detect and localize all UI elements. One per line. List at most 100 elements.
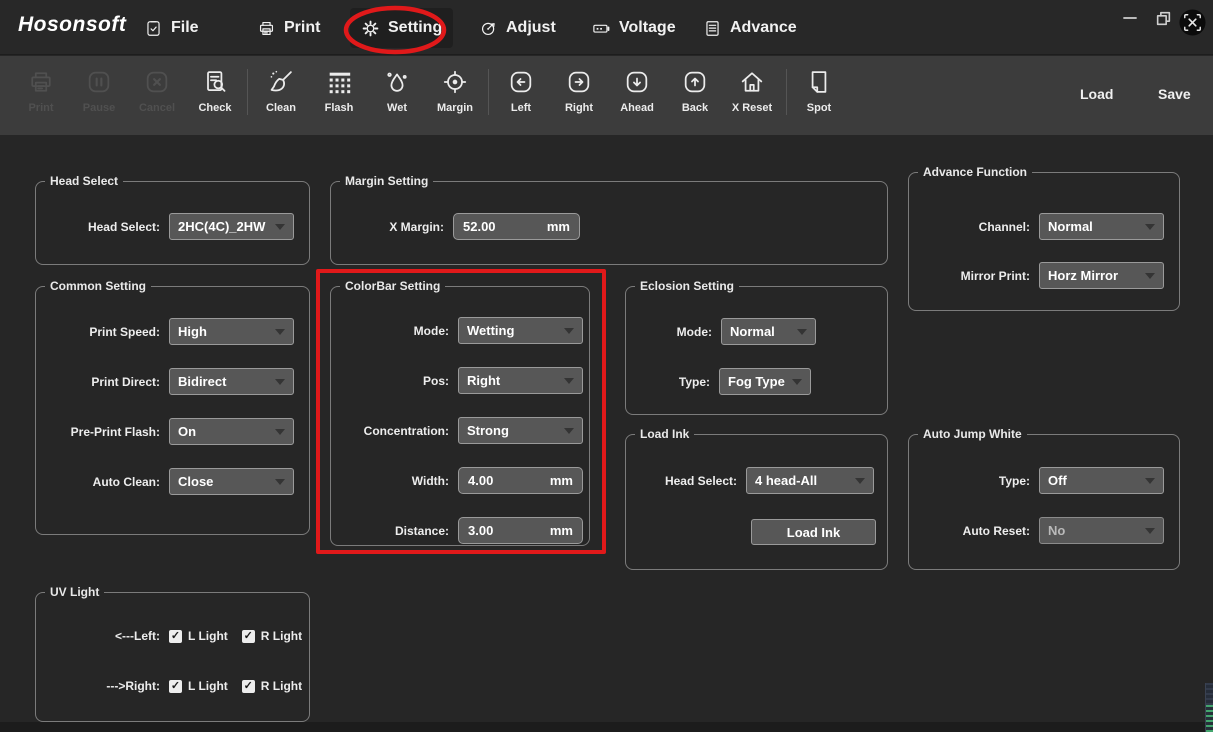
menu-label: Advance bbox=[730, 19, 797, 37]
tool-x-reset[interactable]: X Reset bbox=[724, 56, 780, 128]
channel-dropdown[interactable]: Normal bbox=[1039, 213, 1164, 240]
chevron-down-icon bbox=[1145, 273, 1155, 279]
advance-function-panel: Advance Function Channel: Normal Mirror … bbox=[908, 172, 1180, 311]
target-icon bbox=[441, 68, 469, 96]
tool-label: Back bbox=[682, 102, 708, 114]
gauge-icon bbox=[479, 19, 498, 38]
tool-flash[interactable]: Flash bbox=[311, 56, 367, 128]
pre-print-flash-dropdown[interactable]: On bbox=[169, 418, 294, 445]
panel-title: Advance Function bbox=[918, 165, 1032, 179]
tool-clean[interactable]: Clean bbox=[253, 56, 309, 128]
mirror-print-dropdown[interactable]: Horz Mirror bbox=[1039, 262, 1164, 289]
colorbar-pos-dropdown[interactable]: Right bbox=[458, 367, 583, 394]
tool-ahead[interactable]: Ahead bbox=[609, 56, 665, 128]
dropdown-value: Right bbox=[467, 373, 500, 388]
print-direct-dropdown[interactable]: Bidirect bbox=[169, 368, 294, 395]
dropdown-value: Off bbox=[1048, 473, 1067, 488]
app-logo: Hosonsoft bbox=[18, 13, 126, 37]
save-button[interactable]: Save bbox=[1150, 80, 1199, 108]
input-unit: mm bbox=[547, 219, 570, 234]
toolbar-separator bbox=[786, 69, 787, 115]
margin-setting-panel: Margin Setting X Margin: 52.00 mm bbox=[330, 181, 888, 265]
jump-white-type-dropdown[interactable]: Off bbox=[1039, 467, 1164, 494]
menu-label: Voltage bbox=[619, 19, 676, 37]
chevron-down-icon bbox=[275, 329, 285, 335]
colorbar-setting-panel: ColorBar Setting Mode: Wetting Pos: Righ… bbox=[330, 286, 590, 546]
print-speed-dropdown[interactable]: High bbox=[169, 318, 294, 345]
tool-label: Wet bbox=[387, 102, 407, 114]
clipboard-icon bbox=[144, 19, 163, 38]
auto-jump-white-panel: Auto Jump White Type: Off Auto Reset: No bbox=[908, 434, 1180, 570]
tool-spot[interactable]: Spot bbox=[791, 56, 847, 128]
restore-button[interactable] bbox=[1155, 10, 1172, 27]
uv-left-r-light[interactable]: R Light bbox=[242, 629, 302, 643]
menu-item-adjust[interactable]: Adjust bbox=[468, 8, 567, 48]
auto-reset-dropdown[interactable]: No bbox=[1039, 517, 1164, 544]
dropdown-value: Normal bbox=[730, 324, 775, 339]
menu-item-voltage[interactable]: Voltage bbox=[580, 8, 687, 48]
checkbox-label: L Light bbox=[188, 629, 228, 643]
tool-label: Clean bbox=[266, 102, 296, 114]
field-label: Auto Clean: bbox=[36, 475, 169, 489]
menu-item-file[interactable]: File bbox=[133, 8, 210, 48]
tool-right[interactable]: Right bbox=[551, 56, 607, 128]
tool-back[interactable]: Back bbox=[667, 56, 723, 128]
load-ink-button[interactable]: Load Ink bbox=[751, 519, 876, 545]
checkbox-icon[interactable] bbox=[169, 680, 182, 693]
panel-title: Eclosion Setting bbox=[635, 279, 739, 293]
dropdown-value: Close bbox=[178, 474, 213, 489]
chevron-down-icon bbox=[1145, 478, 1155, 484]
tool-label: X Reset bbox=[732, 102, 772, 114]
menu-item-setting[interactable]: Setting bbox=[350, 8, 453, 48]
tool-wet[interactable]: Wet bbox=[369, 56, 425, 128]
colorbar-width-input[interactable]: 4.00 mm bbox=[458, 467, 583, 494]
uv-right-l-light[interactable]: L Light bbox=[169, 679, 228, 693]
x-margin-input[interactable]: 52.00 mm bbox=[453, 213, 580, 240]
battery-icon bbox=[591, 19, 611, 38]
field-label: <---Left: bbox=[36, 629, 169, 643]
uv-right-r-light[interactable]: R Light bbox=[242, 679, 302, 693]
close-button[interactable] bbox=[1178, 8, 1207, 42]
checkbox-icon[interactable] bbox=[242, 630, 255, 643]
chevron-down-icon bbox=[1145, 224, 1155, 230]
dropdown-value: High bbox=[178, 324, 207, 339]
checkbox-icon[interactable] bbox=[169, 630, 182, 643]
menu-label: Setting bbox=[388, 19, 442, 37]
dropdown-value: Strong bbox=[467, 423, 509, 438]
load-button[interactable]: Load bbox=[1072, 80, 1121, 108]
field-label: Mirror Print: bbox=[909, 269, 1039, 283]
colorbar-concentration-dropdown[interactable]: Strong bbox=[458, 417, 583, 444]
tool-label: Print bbox=[28, 102, 53, 114]
load-ink-head-select-dropdown[interactable]: 4 head-All bbox=[746, 467, 874, 494]
tool-margin[interactable]: Margin bbox=[427, 56, 483, 128]
uv-left-l-light[interactable]: L Light bbox=[169, 629, 228, 643]
tool-left[interactable]: Left bbox=[493, 56, 549, 128]
menu-item-advance[interactable]: Advance bbox=[692, 8, 808, 48]
minimize-icon bbox=[1122, 10, 1138, 26]
window-bottom-edge bbox=[0, 722, 1213, 732]
minimize-button[interactable] bbox=[1122, 10, 1138, 26]
head-select-dropdown[interactable]: 2HC(4C)_2HW bbox=[169, 213, 294, 240]
load-ink-panel: Load Ink Head Select: 4 head-All Load In… bbox=[625, 434, 888, 570]
checkbox-icon[interactable] bbox=[242, 680, 255, 693]
gear-icon bbox=[361, 19, 380, 38]
chevron-down-icon bbox=[564, 428, 574, 434]
eclosion-mode-dropdown[interactable]: Normal bbox=[721, 318, 816, 345]
colorbar-distance-input[interactable]: 3.00 mm bbox=[458, 517, 583, 544]
field-label: Head Select: bbox=[626, 474, 746, 488]
field-label: Pos: bbox=[331, 374, 458, 388]
toolbar-separator bbox=[488, 69, 489, 115]
field-label: --->Right: bbox=[36, 679, 169, 693]
background-window-fragment bbox=[1205, 683, 1213, 732]
auto-clean-dropdown[interactable]: Close bbox=[169, 468, 294, 495]
colorbar-mode-dropdown[interactable]: Wetting bbox=[458, 317, 583, 344]
eclosion-type-dropdown[interactable]: Fog Type bbox=[719, 368, 811, 395]
input-value: 3.00 bbox=[468, 523, 493, 538]
tool-label: Pause bbox=[83, 102, 115, 114]
menu-item-print[interactable]: Print bbox=[246, 8, 331, 48]
chevron-down-icon bbox=[797, 329, 807, 335]
tool-check[interactable]: Check bbox=[187, 56, 243, 128]
input-unit: mm bbox=[550, 523, 573, 538]
checkbox-label: R Light bbox=[261, 679, 302, 693]
menu-label: File bbox=[171, 19, 199, 37]
